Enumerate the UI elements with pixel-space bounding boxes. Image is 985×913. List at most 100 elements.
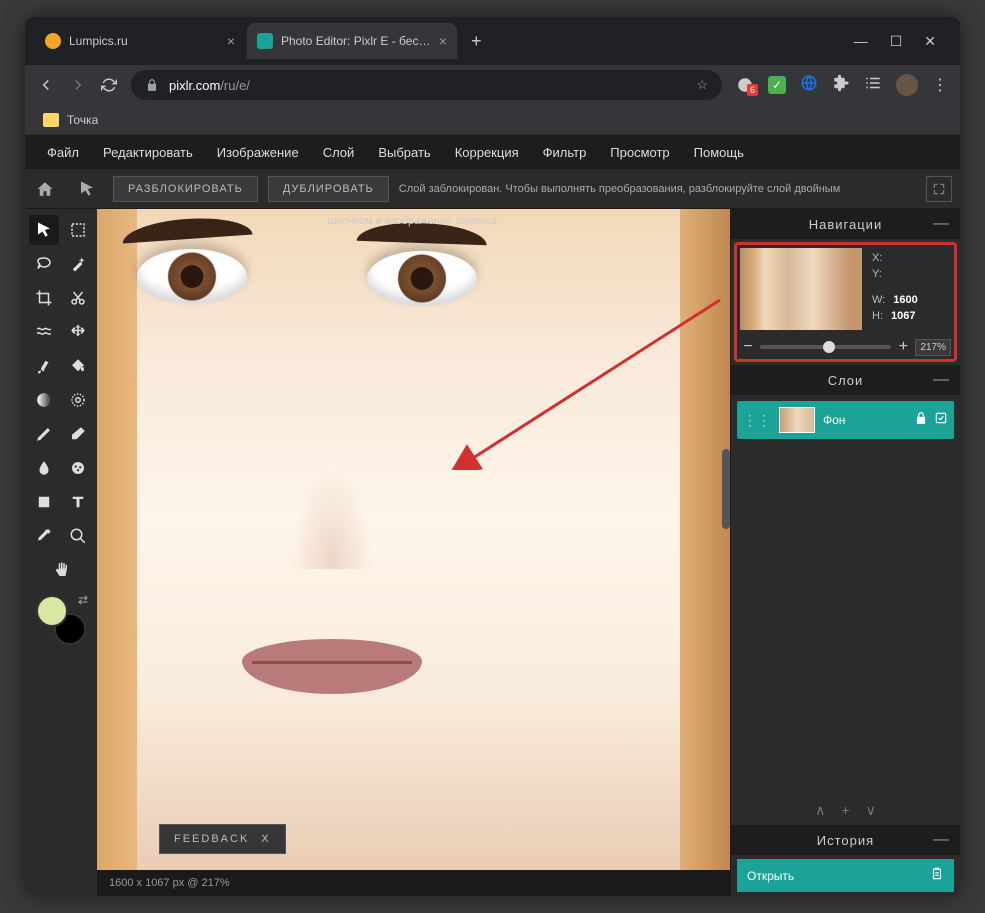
layers-panel-header: Слои — xyxy=(731,365,960,395)
duplicate-button[interactable]: ДУБЛИРОВАТЬ xyxy=(268,176,389,202)
tab-close-2[interactable]: × xyxy=(439,33,447,49)
maximize-panel-icon[interactable] xyxy=(926,176,952,202)
extension-check-icon[interactable]: ✓ xyxy=(768,76,786,94)
history-panel: Открыть xyxy=(731,855,960,896)
reading-list-icon[interactable] xyxy=(864,74,882,97)
browser-menu-icon[interactable]: ⋮ xyxy=(932,75,948,95)
hand-tool[interactable] xyxy=(46,555,76,585)
eraser-tool[interactable] xyxy=(63,419,93,449)
lasso-tool[interactable] xyxy=(29,249,59,279)
layer-up-icon[interactable]: ∧ xyxy=(815,802,825,819)
bookmarks-bar: Точка xyxy=(25,105,960,135)
toolbox: ⇄ xyxy=(25,209,97,896)
back-button[interactable] xyxy=(37,76,55,94)
brush-tool[interactable] xyxy=(29,351,59,381)
visibility-icon[interactable] xyxy=(934,411,948,430)
menu-image[interactable]: Изображение xyxy=(205,135,311,169)
menu-filter[interactable]: Фильтр xyxy=(531,135,599,169)
menu-layer[interactable]: Слой xyxy=(311,135,367,169)
lock-message-1: Слой заблокирован. Чтобы выполнять преоб… xyxy=(399,183,916,195)
menu-adjustment[interactable]: Коррекция xyxy=(443,135,531,169)
wand-tool[interactable] xyxy=(63,249,93,279)
unlock-button[interactable]: РАЗБЛОКИРОВАТЬ xyxy=(113,176,258,202)
folder-icon xyxy=(43,113,59,127)
swap-colors-icon[interactable]: ⇄ xyxy=(78,593,88,607)
sponge-tool[interactable] xyxy=(63,453,93,483)
w-value: 1600 xyxy=(893,294,917,306)
layers-collapse-icon[interactable]: — xyxy=(933,371,950,389)
zoom-tool[interactable] xyxy=(63,521,93,551)
lock-icon[interactable] xyxy=(914,411,928,430)
history-collapse-icon[interactable]: — xyxy=(933,831,950,849)
browser-tab-1[interactable]: Lumpics.ru × xyxy=(35,23,245,59)
shape-tool[interactable] xyxy=(29,487,59,517)
extension-badge[interactable]: 6 xyxy=(736,76,754,94)
zoom-value[interactable]: 217% xyxy=(915,339,951,356)
history-item[interactable]: Открыть xyxy=(737,859,954,892)
menu-edit[interactable]: Редактировать xyxy=(91,135,205,169)
crop-tool[interactable] xyxy=(29,283,59,313)
marquee-tool[interactable] xyxy=(63,215,93,245)
pointer-icon[interactable] xyxy=(71,173,103,205)
menu-file[interactable]: Файл xyxy=(35,135,91,169)
gradient-tool[interactable] xyxy=(29,385,59,415)
menu-view[interactable]: Просмотр xyxy=(598,135,681,169)
bookmark-item[interactable]: Точка xyxy=(67,113,98,127)
layer-thumbnail[interactable] xyxy=(779,407,815,433)
forward-button[interactable] xyxy=(69,76,87,94)
favicon-2 xyxy=(257,33,273,49)
close-window-button[interactable]: ✕ xyxy=(924,33,936,50)
zoom-slider[interactable] xyxy=(760,345,891,349)
url-host: pixlr.com xyxy=(169,78,220,93)
nav-title: Навигации xyxy=(809,217,882,232)
home-icon[interactable] xyxy=(29,173,61,205)
smudge-tool[interactable] xyxy=(29,453,59,483)
star-icon[interactable]: ☆ xyxy=(696,77,708,93)
history-title: История xyxy=(817,833,874,848)
canvas-area: щелчком в изображение замочка. FEEDBACK … xyxy=(97,209,730,896)
sharpen-tool[interactable] xyxy=(63,385,93,415)
clone-tool[interactable] xyxy=(63,317,93,347)
nav-thumbnail[interactable] xyxy=(740,248,862,330)
nav-collapse-icon[interactable]: — xyxy=(933,215,950,233)
status-bar: 1600 x 1067 px @ 217% xyxy=(97,870,730,896)
reload-button[interactable] xyxy=(101,77,117,93)
history-label: Открыть xyxy=(747,869,794,883)
layer-down-icon[interactable]: ∨ xyxy=(866,802,876,819)
move-tool[interactable] xyxy=(29,215,59,245)
fill-tool[interactable] xyxy=(63,351,93,381)
zoom-in-button[interactable]: + xyxy=(895,338,911,356)
minimize-button[interactable]: — xyxy=(854,33,868,50)
new-tab-button[interactable]: + xyxy=(459,31,494,52)
canvas[interactable] xyxy=(97,209,730,896)
liquify-tool[interactable] xyxy=(29,317,59,347)
cutout-tool[interactable] xyxy=(63,283,93,313)
text-tool[interactable] xyxy=(63,487,93,517)
extensions-icon[interactable] xyxy=(832,74,850,97)
add-layer-icon[interactable]: + xyxy=(841,802,849,818)
extension-globe-icon[interactable] xyxy=(800,74,818,97)
y-label: Y: xyxy=(872,268,882,280)
clipboard-icon xyxy=(930,867,944,884)
layers-title: Слои xyxy=(828,373,864,388)
foreground-color[interactable] xyxy=(36,595,68,627)
layer-grip-icon[interactable]: ⋮⋮ xyxy=(743,417,771,423)
layer-item[interactable]: ⋮⋮ Фон xyxy=(737,401,954,439)
feedback-button[interactable]: FEEDBACK X xyxy=(159,824,286,854)
canvas-scrollbar[interactable] xyxy=(722,209,730,870)
eyedropper-tool[interactable] xyxy=(29,521,59,551)
maximize-button[interactable]: ☐ xyxy=(890,33,903,50)
color-swatches[interactable]: ⇄ xyxy=(36,595,86,645)
feedback-close[interactable]: X xyxy=(261,833,270,845)
zoom-out-button[interactable]: − xyxy=(740,338,756,356)
profile-avatar[interactable] xyxy=(896,74,918,96)
url-field[interactable]: pixlr.com/ru/e/ ☆ xyxy=(131,70,722,100)
tab-close-1[interactable]: × xyxy=(227,33,235,49)
app-menubar: Файл Редактировать Изображение Слой Выбр… xyxy=(25,135,960,169)
menu-help[interactable]: Помощь xyxy=(682,135,756,169)
favicon-1 xyxy=(45,33,61,49)
menu-select[interactable]: Выбрать xyxy=(366,135,442,169)
pen-tool[interactable] xyxy=(29,419,59,449)
url-path: /ru/e/ xyxy=(220,78,250,93)
browser-tab-2[interactable]: Photo Editor: Pixlr E - бесплатн × xyxy=(247,23,457,59)
